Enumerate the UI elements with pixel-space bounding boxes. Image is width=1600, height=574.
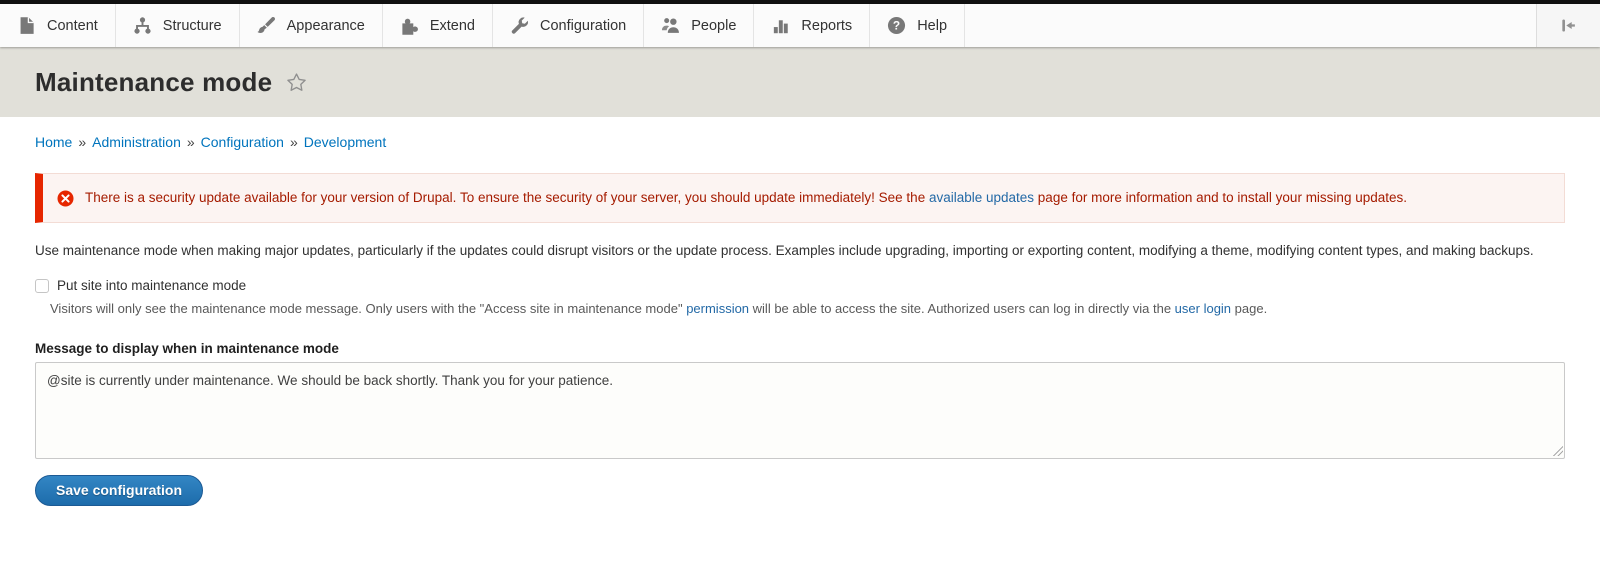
maintenance-mode-checkbox[interactable] xyxy=(35,279,49,293)
breadcrumb-separator: » xyxy=(187,134,195,150)
breadcrumb-link-home[interactable]: Home xyxy=(35,134,72,150)
wrench-icon xyxy=(510,16,529,35)
breadcrumb-separator: » xyxy=(290,134,298,150)
toolbar-spacer xyxy=(965,4,1536,47)
toolbar-collapse-icon xyxy=(1560,17,1577,34)
admin-toolbar: Content Structure Appearance Extend Conf… xyxy=(0,4,1600,47)
toolbar-item-label: Help xyxy=(917,18,947,34)
toolbar-item-label: Appearance xyxy=(287,18,365,34)
toolbar-item-content[interactable]: Content xyxy=(0,4,116,47)
toolbar-item-appearance[interactable]: Appearance xyxy=(240,4,383,47)
user-login-link[interactable]: user login xyxy=(1175,301,1231,316)
breadcrumb-separator: » xyxy=(78,134,86,150)
toolbar-item-people[interactable]: People xyxy=(644,4,754,47)
toolbar-item-extend[interactable]: Extend xyxy=(383,4,493,47)
svg-text:?: ? xyxy=(893,19,900,33)
toolbar-item-label: People xyxy=(691,18,736,34)
available-updates-link[interactable]: available updates xyxy=(929,190,1034,205)
toolbar-item-label: Extend xyxy=(430,18,475,34)
people-icon xyxy=(661,16,680,35)
error-text-after: page for more information and to install… xyxy=(1034,190,1407,205)
maintenance-message-textarea[interactable]: @site is currently under maintenance. We… xyxy=(35,362,1565,459)
puzzle-icon xyxy=(400,16,419,35)
breadcrumb-link-configuration[interactable]: Configuration xyxy=(201,134,284,150)
breadcrumb: Home » Administration » Configuration » Develo… xyxy=(35,134,1565,150)
main-content: Home » Administration » Configuration » Develo… xyxy=(0,134,1600,506)
permission-link[interactable]: permission xyxy=(686,301,749,316)
page-title: Maintenance mode xyxy=(35,67,272,98)
description-text-middle: will be able to access the site. Authori… xyxy=(749,301,1175,316)
toolbar-orientation-toggle-button[interactable] xyxy=(1536,4,1600,47)
form-actions: Save configuration xyxy=(35,475,1565,506)
bar-chart-icon xyxy=(771,16,790,35)
page-header: Maintenance mode xyxy=(0,47,1600,117)
message-textarea-wrapper: @site is currently under maintenance. We… xyxy=(35,362,1565,459)
error-text-before: There is a security update available for… xyxy=(85,190,929,205)
toolbar-item-structure[interactable]: Structure xyxy=(116,4,240,47)
toolbar-item-reports[interactable]: Reports xyxy=(754,4,870,47)
textarea-resize-handle[interactable] xyxy=(1553,446,1563,456)
message-field-label: Message to display when in maintenance m… xyxy=(35,341,1565,356)
description-text-before: Visitors will only see the maintenance m… xyxy=(50,301,686,316)
paintbrush-icon xyxy=(257,16,276,35)
help-icon: ? xyxy=(887,16,906,35)
error-message: There is a security update available for… xyxy=(35,173,1565,223)
breadcrumb-link-administration[interactable]: Administration xyxy=(92,134,181,150)
toolbar-item-label: Content xyxy=(47,18,98,34)
file-icon xyxy=(17,16,36,35)
breadcrumb-link-development[interactable]: Development xyxy=(304,134,387,150)
star-icon[interactable] xyxy=(285,71,308,94)
toolbar-item-label: Configuration xyxy=(540,18,626,34)
maintenance-mode-checkbox-row: Put site into maintenance mode xyxy=(35,278,1565,293)
toolbar-item-label: Structure xyxy=(163,18,222,34)
maintenance-mode-intro: Use maintenance mode when making major u… xyxy=(35,240,1565,262)
toolbar-item-configuration[interactable]: Configuration xyxy=(493,4,644,47)
maintenance-mode-description: Visitors will only see the maintenance m… xyxy=(50,299,1565,319)
description-text-after: page. xyxy=(1231,301,1267,316)
toolbar-item-label: Reports xyxy=(801,18,852,34)
maintenance-mode-checkbox-label[interactable]: Put site into maintenance mode xyxy=(57,278,246,293)
save-configuration-button[interactable]: Save configuration xyxy=(35,475,203,506)
error-message-text: There is a security update available for… xyxy=(85,187,1407,209)
toolbar-item-help[interactable]: ? Help xyxy=(870,4,965,47)
sitemap-icon xyxy=(133,16,152,35)
error-icon xyxy=(57,190,74,207)
